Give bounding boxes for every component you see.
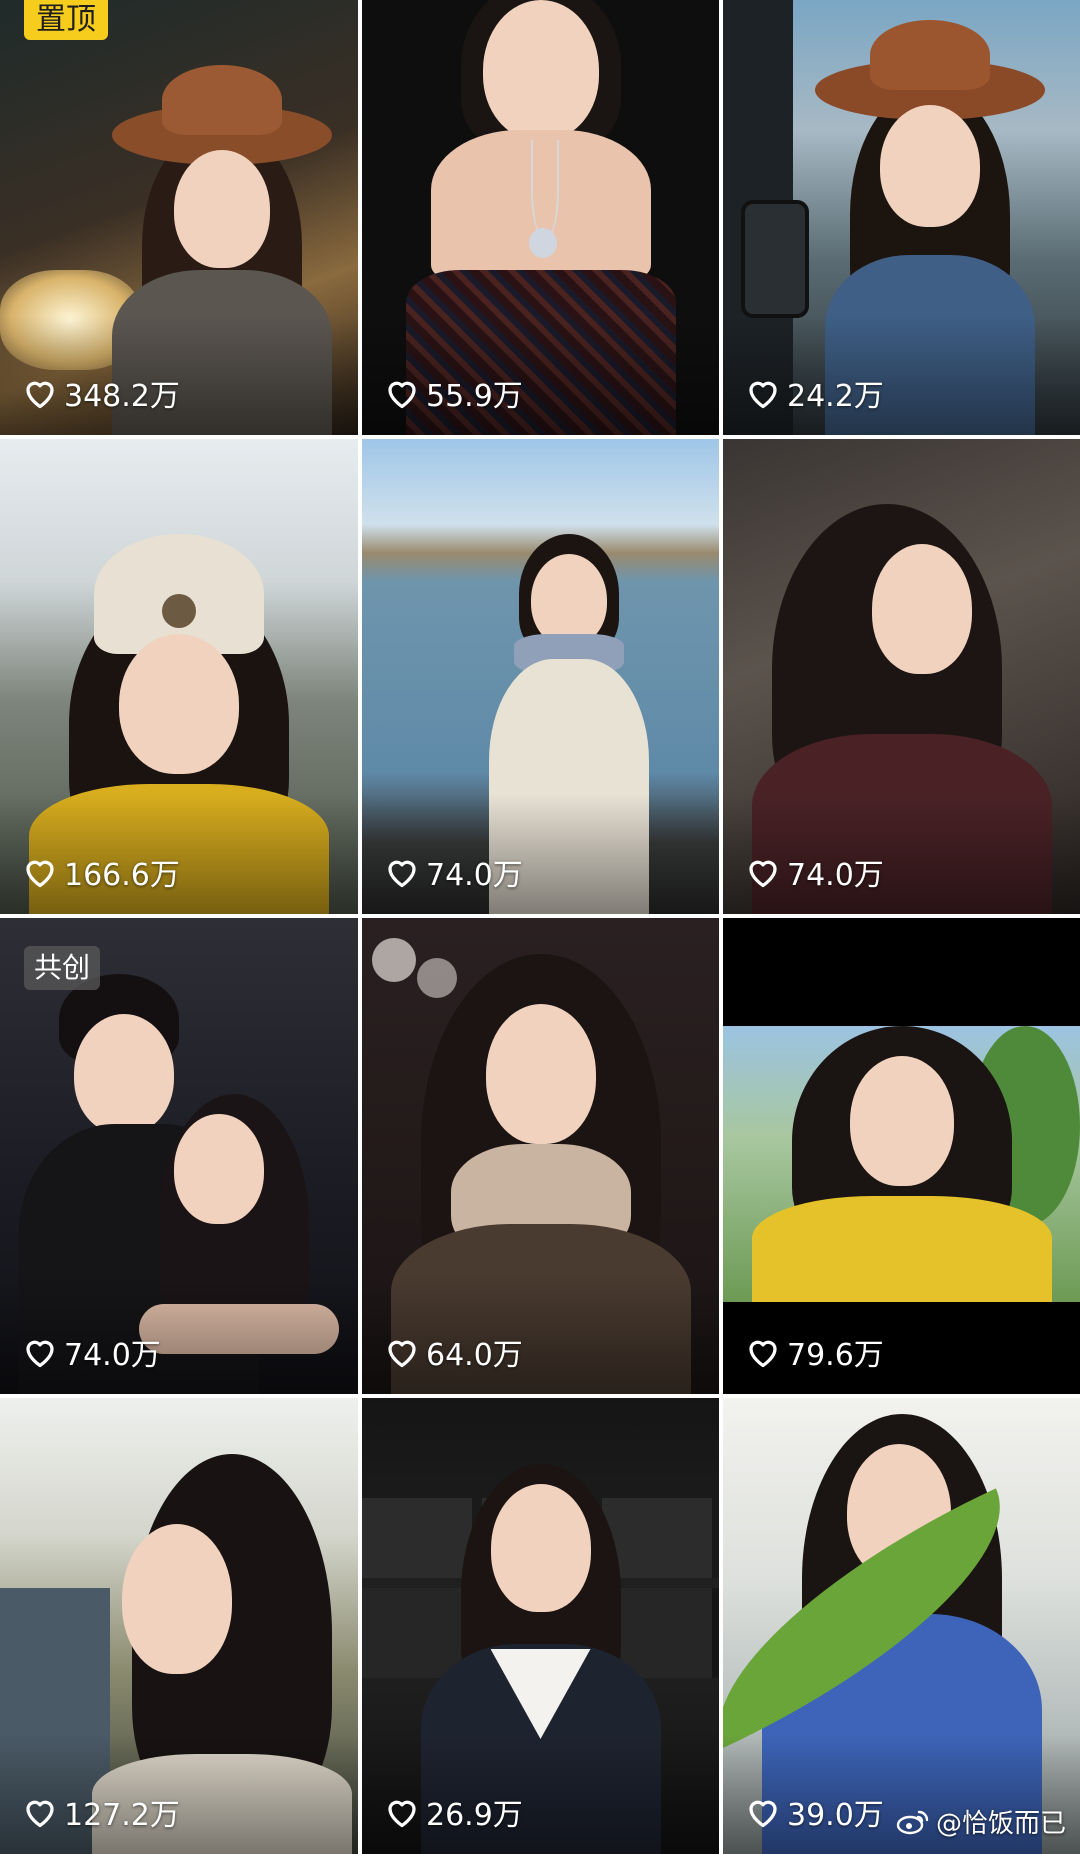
- like-count-text: 24.2万: [787, 379, 884, 414]
- video-tile-4[interactable]: 166.6万: [0, 439, 358, 914]
- like-count-text: 39.0万: [787, 1798, 884, 1833]
- video-tile-9[interactable]: 79.6万: [723, 918, 1080, 1394]
- like-count-text: 55.9万: [426, 379, 523, 414]
- heart-outline-icon: [26, 860, 54, 888]
- heart-outline-icon: [26, 1340, 54, 1368]
- video-tile-11[interactable]: 26.9万: [362, 1398, 719, 1854]
- like-count: 79.6万: [745, 1330, 884, 1374]
- heart-outline-icon: [388, 381, 416, 409]
- video-tile-2[interactable]: 55.9万: [362, 0, 719, 435]
- like-count-text: 26.9万: [426, 1798, 523, 1833]
- heart-outline-icon: [388, 1800, 416, 1828]
- like-count: 26.9万: [384, 1790, 523, 1834]
- like-count-text: 79.6万: [787, 1338, 884, 1373]
- heart-outline-icon: [749, 1340, 777, 1368]
- video-tile-3[interactable]: 24.2万: [723, 0, 1080, 435]
- video-tile-1[interactable]: 置顶 348.2万: [0, 0, 358, 435]
- like-count-text: 166.6万: [64, 858, 180, 893]
- video-tile-10[interactable]: 127.2万: [0, 1398, 358, 1854]
- heart-outline-icon: [749, 381, 777, 409]
- like-count: 64.0万: [384, 1330, 523, 1374]
- video-tile-8[interactable]: 64.0万: [362, 918, 719, 1394]
- like-count: 127.2万: [22, 1790, 180, 1834]
- heart-outline-icon: [749, 860, 777, 888]
- like-count: 55.9万: [384, 371, 523, 415]
- pinned-badge: 置顶: [24, 0, 108, 40]
- video-tile-7[interactable]: 共创 74.0万: [0, 918, 358, 1394]
- video-grid: 置顶 348.2万 55.9万 24.2万 166.6万 74.0万 74.0万…: [0, 0, 1080, 1854]
- like-count: 74.0万: [384, 850, 523, 894]
- like-count: 74.0万: [22, 1330, 161, 1374]
- heart-outline-icon: [749, 1800, 777, 1828]
- video-tile-5[interactable]: 74.0万: [362, 439, 719, 914]
- heart-outline-icon: [388, 1340, 416, 1368]
- video-tile-6[interactable]: 74.0万: [723, 439, 1080, 914]
- weibo-logo-icon: [896, 1810, 929, 1834]
- like-count: 166.6万: [22, 850, 180, 894]
- video-thumbnail: [723, 1026, 1080, 1302]
- collab-badge: 共创: [24, 946, 101, 990]
- like-count-text: 64.0万: [426, 1338, 523, 1373]
- like-count-text: 74.0万: [64, 1338, 161, 1373]
- like-count: 74.0万: [745, 850, 884, 894]
- like-count-text: 74.0万: [787, 858, 884, 893]
- weibo-watermark: @恰饭而已: [896, 1803, 1066, 1840]
- like-count-text: 127.2万: [64, 1798, 180, 1833]
- heart-outline-icon: [26, 1800, 54, 1828]
- like-count: 24.2万: [745, 371, 884, 415]
- watermark-text: @恰饭而已: [935, 1809, 1066, 1839]
- heart-outline-icon: [26, 381, 54, 409]
- like-count: 348.2万: [22, 371, 180, 415]
- like-count-text: 74.0万: [426, 858, 523, 893]
- like-count: 39.0万: [745, 1790, 884, 1834]
- like-count-text: 348.2万: [64, 379, 180, 414]
- video-tile-12[interactable]: 39.0万: [723, 1398, 1080, 1854]
- heart-outline-icon: [388, 860, 416, 888]
